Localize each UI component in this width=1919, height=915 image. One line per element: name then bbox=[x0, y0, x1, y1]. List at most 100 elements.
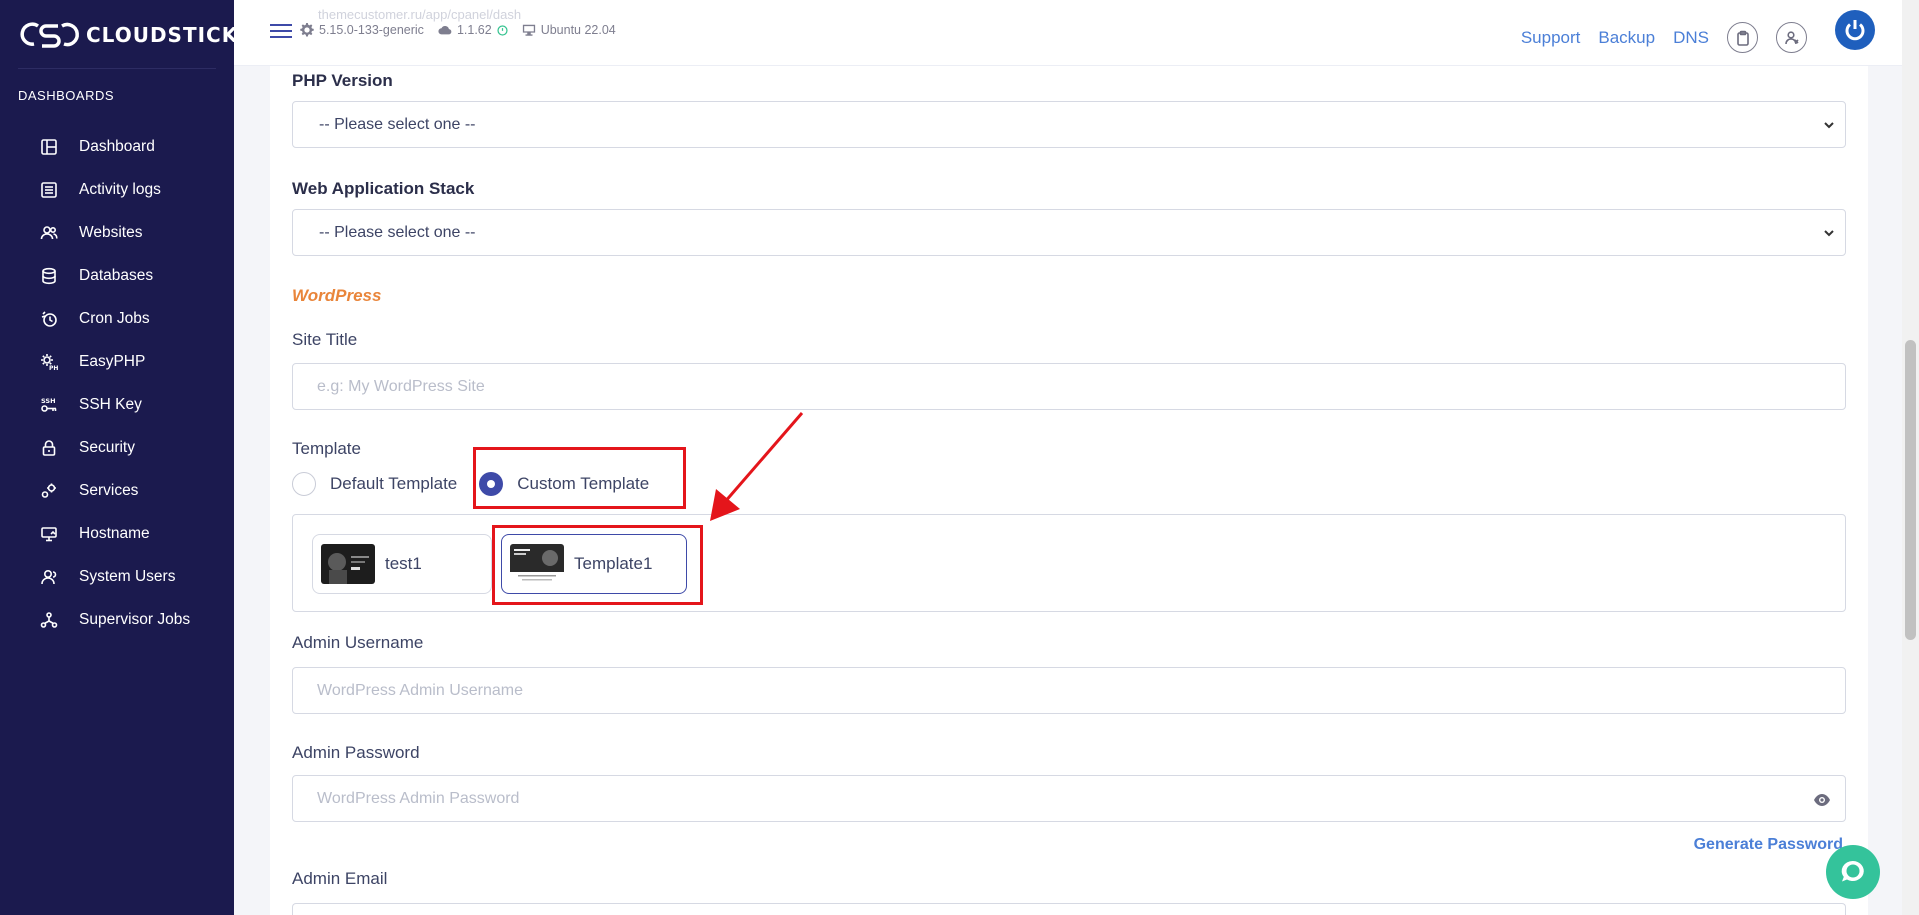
layout-icon bbox=[39, 137, 59, 157]
brand-logo[interactable]: CLOUDSTICK bbox=[20, 16, 238, 54]
sidebar-item-websites[interactable]: Websites bbox=[0, 211, 234, 254]
topbar: themecustomer.ru/app/cpanel/dash 5.15.0-… bbox=[234, 0, 1919, 66]
ssh-key-icon: SSH bbox=[39, 395, 59, 415]
sidebar-item-system-users[interactable]: System Users bbox=[0, 555, 234, 598]
sidebar-item-label: Websites bbox=[79, 223, 143, 241]
sidebar-item-label: Hostname bbox=[79, 524, 150, 542]
top-links: Support Backup DNS bbox=[1521, 22, 1807, 53]
sidebar-item-security[interactable]: Security bbox=[0, 426, 234, 469]
sidebar-item-label: Databases bbox=[79, 266, 154, 284]
sidebar-item-label: Activity logs bbox=[79, 180, 161, 198]
kernel-info: 5.15.0-133-generic bbox=[300, 23, 424, 37]
power-button[interactable] bbox=[1835, 10, 1875, 50]
sidebar-section-label: DASHBOARDS bbox=[18, 88, 115, 103]
sidebar-divider bbox=[18, 68, 216, 69]
sidebar-item-easyphp[interactable]: PHP EasyPHP bbox=[0, 340, 234, 383]
sidebar-item-label: Security bbox=[79, 438, 135, 456]
monitor-icon bbox=[522, 24, 535, 36]
server-info: 5.15.0-133-generic 1.1.62 Ubuntu 22.04 bbox=[300, 23, 616, 37]
php-version-value: -- Please select one -- bbox=[319, 115, 476, 133]
site-title-input[interactable]: e.g: My WordPress Site bbox=[292, 363, 1846, 410]
admin-username-input[interactable]: WordPress Admin Username bbox=[292, 667, 1846, 714]
clipboard-icon bbox=[1736, 30, 1749, 46]
agent-version: 1.1.62 bbox=[456, 23, 492, 37]
gear-icon bbox=[300, 23, 314, 37]
cloudstick-logo-icon bbox=[20, 22, 79, 48]
sidebar-item-ssh-key[interactable]: SSH SSH Key bbox=[0, 383, 234, 426]
page-scrollbar[interactable] bbox=[1902, 0, 1919, 915]
php-gear-icon: PHP bbox=[39, 352, 59, 372]
chat-button[interactable] bbox=[1826, 845, 1880, 899]
clipboard-button[interactable] bbox=[1727, 22, 1758, 53]
stack-select[interactable]: -- Please select one -- bbox=[292, 209, 1846, 256]
radio-label: Default Template bbox=[330, 474, 458, 493]
generate-password-link[interactable]: Generate Password bbox=[1694, 836, 1843, 854]
admin-email-label: Admin Email bbox=[292, 869, 388, 888]
sidebar-item-hostname[interactable]: Hostname bbox=[0, 512, 234, 555]
gears-icon bbox=[39, 481, 59, 501]
os-info: Ubuntu 22.04 bbox=[522, 23, 616, 37]
template-name: test1 bbox=[385, 554, 422, 573]
lock-icon bbox=[39, 438, 59, 458]
clock-icon bbox=[39, 309, 59, 329]
sidebar-item-label: System Users bbox=[79, 567, 176, 585]
sidebar-nav: Dashboard Activity logs Websites Databas… bbox=[0, 125, 234, 641]
sidebar-item-label: Services bbox=[79, 481, 139, 499]
sidebar-item-label: Dashboard bbox=[79, 137, 155, 155]
site-title-label: Site Title bbox=[292, 330, 358, 349]
sidebar-item-label: SSH Key bbox=[79, 395, 142, 413]
template-card-test1[interactable]: test1 bbox=[312, 534, 492, 594]
chat-bubble-icon bbox=[1841, 860, 1864, 882]
user-switch-icon bbox=[1784, 30, 1799, 44]
admin-username-placeholder: WordPress Admin Username bbox=[317, 681, 523, 699]
cloud-icon bbox=[438, 25, 452, 35]
agent-info: 1.1.62 bbox=[438, 23, 508, 37]
eye-icon[interactable] bbox=[1813, 791, 1831, 809]
admin-password-input[interactable]: WordPress Admin Password bbox=[292, 775, 1846, 822]
menu-toggle-icon[interactable] bbox=[270, 24, 292, 40]
template-thumbnail bbox=[321, 544, 375, 584]
sidebar-item-dashboard[interactable]: Dashboard bbox=[0, 125, 234, 168]
stack-value: -- Please select one -- bbox=[319, 223, 476, 241]
chevron-down-icon bbox=[1824, 122, 1834, 129]
admin-password-placeholder: WordPress Admin Password bbox=[317, 789, 520, 807]
support-link[interactable]: Support bbox=[1521, 28, 1581, 48]
status-ok-icon bbox=[497, 24, 508, 36]
sidebar-item-label: Cron Jobs bbox=[79, 309, 150, 327]
kernel-version: 5.15.0-133-generic bbox=[319, 23, 424, 37]
sidebar-item-databases[interactable]: Databases bbox=[0, 254, 234, 297]
sidebar-item-services[interactable]: Services bbox=[0, 469, 234, 512]
stack-label: Web Application Stack bbox=[292, 179, 475, 198]
database-icon bbox=[39, 266, 59, 286]
chevron-down-icon bbox=[1824, 230, 1834, 237]
user-icon bbox=[39, 567, 59, 587]
admin-username-label: Admin Username bbox=[292, 633, 424, 652]
sidebar-item-label: EasyPHP bbox=[79, 352, 146, 370]
list-icon bbox=[39, 180, 59, 200]
brand-name: CLOUDSTICK bbox=[86, 23, 239, 47]
sidebar-item-cron-jobs[interactable]: Cron Jobs bbox=[0, 297, 234, 340]
sidebar-item-supervisor-jobs[interactable]: Supervisor Jobs bbox=[0, 598, 234, 641]
sidebar-item-activity-logs[interactable]: Activity logs bbox=[0, 168, 234, 211]
svg-text:SSH: SSH bbox=[41, 397, 56, 405]
site-title-placeholder: e.g: My WordPress Site bbox=[317, 377, 485, 395]
os-version: Ubuntu 22.04 bbox=[540, 23, 616, 37]
account-button[interactable] bbox=[1776, 22, 1807, 53]
radio-indicator bbox=[292, 472, 316, 496]
scrollbar-thumb[interactable] bbox=[1905, 340, 1916, 640]
php-version-label: PHP Version bbox=[292, 71, 393, 90]
php-version-select[interactable]: -- Please select one -- bbox=[292, 101, 1846, 148]
dns-link[interactable]: DNS bbox=[1673, 28, 1709, 48]
sidebar-item-label: Supervisor Jobs bbox=[79, 610, 191, 628]
svg-text:PHP: PHP bbox=[49, 365, 58, 371]
nodes-icon bbox=[39, 610, 59, 630]
default-template-radio[interactable]: Default Template bbox=[292, 472, 457, 496]
admin-email-input[interactable] bbox=[292, 903, 1846, 915]
monitor-icon bbox=[39, 524, 59, 544]
faded-url-text: themecustomer.ru/app/cpanel/dash bbox=[318, 7, 522, 22]
sidebar: CLOUDSTICK DASHBOARDS Dashboard Activity… bbox=[0, 0, 237, 915]
admin-password-label: Admin Password bbox=[292, 743, 420, 762]
backup-link[interactable]: Backup bbox=[1598, 28, 1655, 48]
highlight-box bbox=[473, 447, 686, 509]
annotation-arrow bbox=[710, 412, 804, 521]
